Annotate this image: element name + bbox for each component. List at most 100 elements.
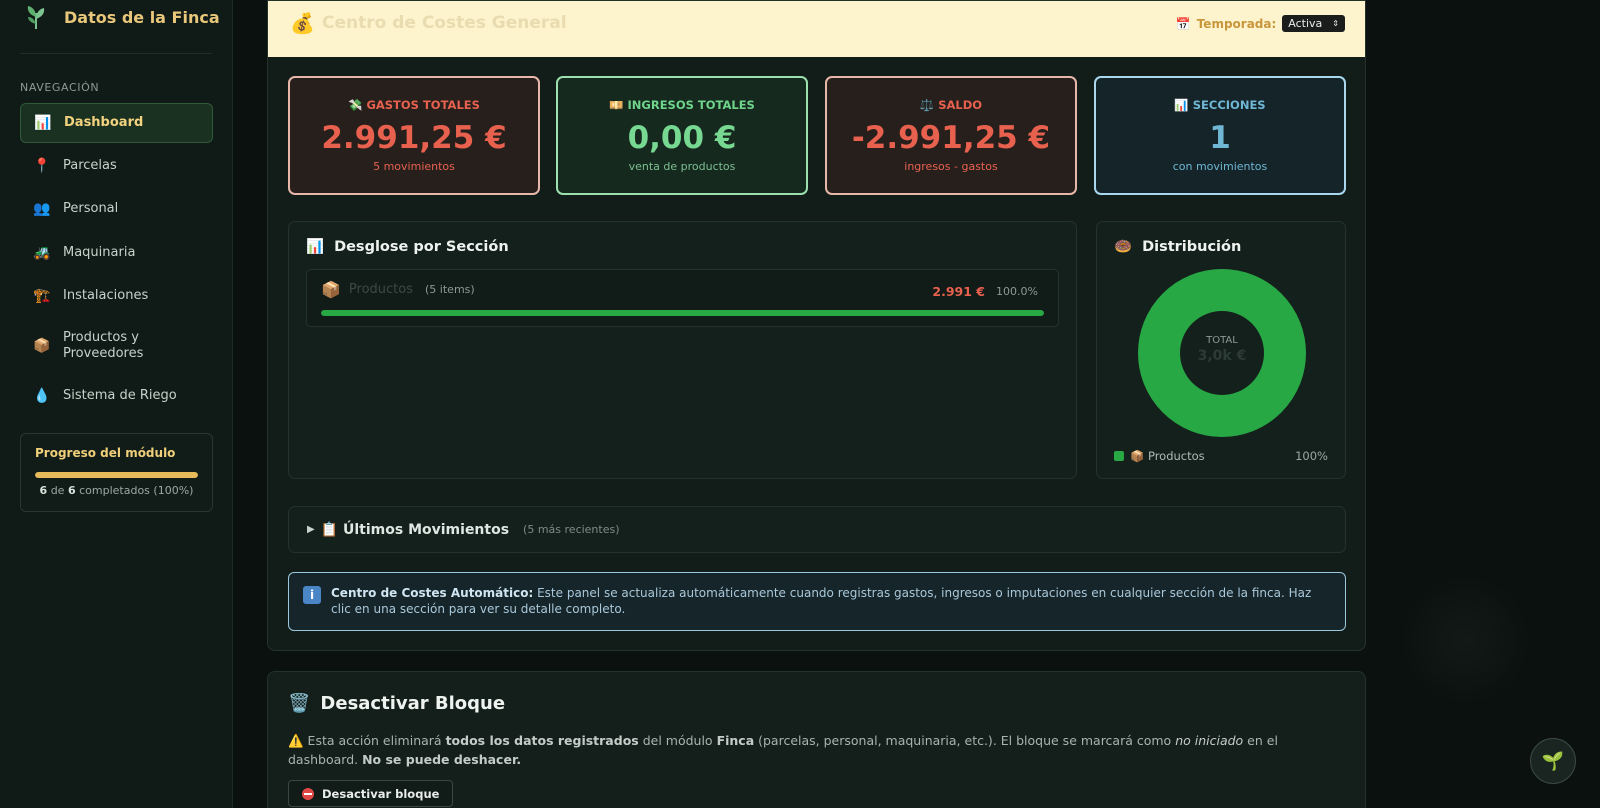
- distribution-title: 🍩 Distribución: [1114, 238, 1242, 256]
- stat-label-text: GASTOS TOTALES: [366, 98, 480, 112]
- stat-ingresos: 💴 INGRESOS TOTALES 0,00 € venta de produ…: [556, 76, 808, 195]
- section-percent: 100.0%: [996, 285, 1038, 298]
- donut-center: TOTAL 3,0k €: [1138, 335, 1306, 364]
- sidebar-item-dashboard[interactable]: 📊 Dashboard: [20, 103, 213, 143]
- deactivate-title-text: Desactivar Bloque: [320, 693, 506, 714]
- stat-sub: con movimientos: [1172, 160, 1268, 173]
- cost-center-header: 💰 Centro de Costes General 📅 Temporada: …: [268, 1, 1365, 57]
- sidebar-item-personal[interactable]: 👥 Personal: [20, 189, 213, 229]
- triangle-right-icon: ▶: [307, 524, 315, 535]
- sidebar-item-instalaciones[interactable]: 🏗️ Instalaciones: [20, 276, 213, 316]
- calendar-icon: 📅: [1175, 16, 1191, 31]
- progress-total: 6: [67, 484, 76, 497]
- deactivate-block-button[interactable]: Desactivar bloque: [288, 780, 454, 807]
- section-row-productos[interactable]: 📦 Productos (5 items) 2.991 € 100.0%: [306, 269, 1059, 327]
- temporada-select[interactable]: Activa ⇕: [1282, 15, 1345, 32]
- tractor-icon: 🚜: [33, 245, 51, 261]
- stat-value: 0,00 €: [627, 120, 737, 156]
- warn-bold: No se puede deshacer.: [362, 752, 522, 767]
- progress-title: Progreso del módulo: [35, 446, 176, 460]
- progress-of: de: [50, 484, 65, 497]
- stat-label: 💴 INGRESOS TOTALES: [558, 98, 806, 112]
- stat-label-text: SALDO: [938, 98, 983, 112]
- breakdown-panel: 📊 Desglose por Sección 📦 Productos (5 it…: [288, 221, 1077, 479]
- distribution-panel: 🍩 Distribución TOTAL 3,0k € 📦 Productos …: [1096, 221, 1346, 479]
- info-text: Centro de Costes Automático: Este panel …: [331, 585, 1315, 617]
- distribution-title-text: Distribución: [1142, 238, 1242, 255]
- background-decoration: [1400, 575, 1530, 705]
- sidebar-item-parcelas[interactable]: 📍 Parcelas: [20, 146, 213, 186]
- sidebar-item-productos[interactable]: 📦 Productos y Proveedores: [20, 320, 213, 372]
- temporada-control: 📅 Temporada: Activa ⇕: [1176, 15, 1345, 32]
- cost-center-card: 💰 Centro de Costes General 📅 Temporada: …: [267, 0, 1366, 651]
- deactivate-block-card: 🗑️ Desactivar Bloque ⚠️ Esta acción elim…: [267, 671, 1366, 808]
- stat-label-text: SECCIONES: [1192, 98, 1266, 112]
- stat-value: 2.991,25 €: [321, 120, 507, 156]
- warn-text: Esta acción eliminará: [303, 733, 446, 748]
- money-wings-icon: 💸: [348, 98, 363, 112]
- info-bold: Centro de Costes Automático:: [331, 586, 534, 600]
- stat-value: -2.991,25 €: [851, 120, 1051, 156]
- movements-title: 📋 Últimos Movimientos: [320, 521, 510, 538]
- section-bar: [321, 310, 1044, 316]
- deactivate-button-label: Desactivar bloque: [322, 786, 440, 801]
- breakdown-title: 📊 Desglose por Sección: [306, 238, 509, 256]
- section-bar-fill: [321, 310, 1044, 316]
- deactivate-warning: ⚠️ Esta acción eliminará todos los datos…: [288, 731, 1345, 769]
- money-bag-icon: 💰: [290, 11, 315, 35]
- construction-icon: 🏗️: [33, 288, 51, 304]
- latest-movements-toggle[interactable]: ▶ 📋 Últimos Movimientos (5 más recientes…: [288, 506, 1346, 553]
- progress-caption: 6 de 6 completados (100%): [21, 484, 212, 497]
- warn-bold: todos los datos registrados: [445, 733, 639, 748]
- scales-icon: ⚖️: [919, 98, 935, 112]
- nav-heading: NAVEGACIÓN: [20, 81, 100, 94]
- section-name-text: Productos: [348, 282, 414, 297]
- sidebar-item-label: Productos y Proveedores: [63, 330, 144, 361]
- warning-icon: ⚠️: [288, 733, 304, 748]
- temporada-value: Activa: [1288, 17, 1323, 30]
- warn-text: (parcelas, personal, maquinaria, etc.). …: [754, 733, 1176, 748]
- donut-center-label: TOTAL: [1206, 335, 1238, 346]
- donut-chart: TOTAL 3,0k €: [1138, 269, 1306, 437]
- stat-secciones: 📊 SECCIONES 1 con movimientos: [1094, 76, 1346, 195]
- legend-item: 📦 Productos 100%: [1114, 449, 1328, 463]
- stat-gastos: 💸 GASTOS TOTALES 2.991,25 € 5 movimiento…: [288, 76, 540, 195]
- legend-label: 📦 Productos: [1130, 449, 1205, 463]
- sidebar-item-label: Maquinaria: [63, 245, 136, 260]
- sidebar-item-label: Dashboard: [64, 115, 144, 130]
- progress-suffix: completados (100%): [79, 484, 194, 497]
- stat-sub: ingresos - gastos: [904, 160, 998, 173]
- sprout-icon: 🌱: [1541, 750, 1565, 772]
- section-items: (5 items): [425, 283, 475, 296]
- stat-label: 📊 SECCIONES: [1096, 98, 1344, 112]
- sidebar-item-riego[interactable]: 💧 Sistema de Riego: [20, 376, 213, 416]
- info-banner: i Centro de Costes Automático: Este pane…: [288, 572, 1346, 631]
- warn-text: del módulo: [638, 733, 717, 748]
- brand: Datos de la Finca: [22, 0, 220, 34]
- info-icon: i: [303, 586, 321, 604]
- progress-done: 6: [39, 484, 48, 497]
- updown-chevron-icon: ⇕: [1332, 19, 1339, 28]
- stat-label: ⚖️ SALDO: [827, 98, 1075, 112]
- assistant-fab-button[interactable]: 🌱: [1530, 738, 1576, 784]
- donut-center-value: 3,0k €: [1197, 348, 1247, 364]
- module-progress-card: Progreso del módulo 6 de 6 completados (…: [20, 433, 213, 512]
- breakdown-title-text: Desglose por Sección: [334, 238, 509, 255]
- stat-sub: venta de productos: [628, 160, 736, 173]
- chart-icon: 📊: [306, 239, 325, 255]
- stat-saldo: ⚖️ SALDO -2.991,25 € ingresos - gastos: [825, 76, 1077, 195]
- package-icon: 📦: [33, 338, 51, 354]
- chart-icon: 📊: [34, 115, 52, 131]
- sidebar-item-label: Personal: [63, 201, 119, 216]
- pin-icon: 📍: [33, 158, 51, 174]
- stat-value: 1: [1209, 120, 1231, 156]
- legend-percent: 100%: [1295, 449, 1328, 463]
- chart-icon: 📊: [1174, 98, 1189, 112]
- progress-bar-fill: [35, 472, 198, 478]
- page-title: Centro de Costes General: [322, 13, 567, 33]
- movements-subtitle: (5 más recientes): [523, 523, 620, 536]
- section-amount: 2.991 €: [932, 284, 985, 299]
- section-name: 📦 Productos (5 items): [321, 280, 475, 299]
- sidebar-item-maquinaria[interactable]: 🚜 Maquinaria: [20, 233, 213, 273]
- legend-swatch: [1114, 451, 1124, 461]
